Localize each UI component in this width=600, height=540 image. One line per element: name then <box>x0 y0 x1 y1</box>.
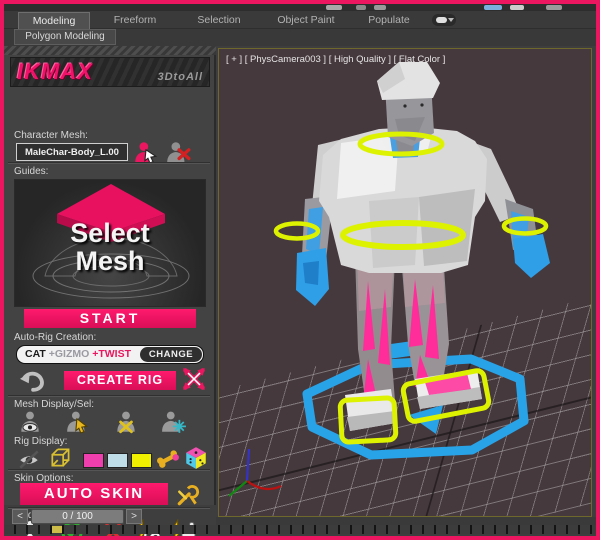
yellow-swatch-icon <box>130 452 152 468</box>
tab-populate[interactable]: Populate <box>356 12 422 29</box>
mesh-vertices-button[interactable] <box>160 410 188 434</box>
app-window: Modeling Freeform Selection Object Paint… <box>4 4 596 536</box>
time-slider[interactable]: 0 / 100 <box>31 509 124 524</box>
pick-character-icon <box>135 142 158 164</box>
person-cursor-icon <box>67 411 88 434</box>
wire-box-icon <box>51 448 70 467</box>
skin-tools-button[interactable] <box>174 483 202 507</box>
ribbon-overflow-icon <box>436 17 447 23</box>
tab-modeling[interactable]: Modeling <box>18 12 90 29</box>
tab-freeform[interactable]: Freeform <box>100 12 170 29</box>
create-rig-button[interactable]: CREATE RIG <box>64 371 176 390</box>
toolbar-fragment <box>510 5 524 10</box>
blue-swatch-icon <box>106 452 128 468</box>
time-next-button[interactable]: > <box>126 509 142 524</box>
toolbar-fragment <box>484 5 502 10</box>
pick-character-button[interactable] <box>132 140 160 164</box>
viewport-header[interactable]: [ + ] [ PhysCamera003 ] [ High Quality ]… <box>226 54 445 65</box>
viewport[interactable]: [ + ] [ PhysCamera003 ] [ High Quality ]… <box>218 48 592 517</box>
remove-character-icon <box>167 142 191 163</box>
chevron-down-icon <box>448 18 454 22</box>
undo-icon <box>20 371 44 392</box>
select-mesh-graphic: Select Mesh <box>14 179 206 307</box>
window-frame: Modeling Freeform Selection Object Paint… <box>0 0 600 540</box>
person-eye-icon <box>21 411 39 432</box>
timeline-playhead[interactable] <box>52 526 62 533</box>
ikmax-logo: IKMAX 3DtoAll <box>10 57 210 87</box>
rig-gizmo-icon <box>183 368 205 390</box>
pink-swatch-icon <box>82 452 104 468</box>
rig-dice-button[interactable] <box>182 446 210 470</box>
mesh-visibility-button[interactable] <box>16 410 44 434</box>
divider <box>8 395 210 397</box>
ribbon-overflow-dropdown[interactable] <box>432 14 456 26</box>
panel-grip-texture <box>4 46 216 55</box>
mesh-select-button[interactable] <box>64 410 92 434</box>
divider <box>8 469 210 471</box>
ribbon-tab-bar: Modeling Freeform Selection Object Paint… <box>4 11 596 29</box>
ribbon-secondary-bar: Polygon Modeling <box>4 29 596 46</box>
auto-skin-button[interactable]: AUTO SKIN <box>20 483 168 505</box>
ikmax-logo-text: IKMAX <box>17 59 93 84</box>
tools-wrench-icon <box>177 485 200 506</box>
rig-gizmo-button[interactable] <box>180 367 208 391</box>
rig-type-cat: CAT <box>25 348 46 360</box>
start-button[interactable]: START <box>24 309 196 328</box>
viewport-3d-scene <box>228 62 550 497</box>
autorig-label: Auto-Rig Creation: <box>14 332 97 343</box>
dice-icon <box>186 447 206 469</box>
rig-type-gizmo: +GIZMO <box>48 348 90 360</box>
ikmax-panel: IKMAX 3DtoAll Character Mesh: Guides: <box>4 55 216 536</box>
bone-icon <box>157 450 179 468</box>
toolbar-fragment <box>546 5 562 10</box>
tab-polygon-modeling[interactable]: Polygon Modeling <box>14 29 116 45</box>
eye-slash-icon <box>18 450 40 469</box>
tab-selection[interactable]: Selection <box>184 12 254 29</box>
select-mesh-text-2: Mesh <box>75 246 145 276</box>
mesh-xray-button[interactable] <box>112 410 140 434</box>
axis-tripod-icon <box>228 448 282 497</box>
person-xray-icon <box>117 411 135 434</box>
select-mesh-text-1: Select <box>70 218 150 248</box>
mesh-display-label: Mesh Display/Sel: <box>14 399 95 410</box>
time-prev-button[interactable]: < <box>12 509 28 524</box>
rig-type-bar[interactable]: CAT +GIZMO +TWIST CHANGE <box>16 345 204 364</box>
person-vertices-icon <box>162 411 186 433</box>
character-mesh-input[interactable] <box>16 143 128 161</box>
rig-box-button[interactable] <box>47 446 75 470</box>
main-toolbar-clipped <box>4 4 596 11</box>
tab-object-paint[interactable]: Object Paint <box>262 12 350 29</box>
character-mesh-label: Character Mesh: <box>14 130 88 141</box>
status-strip <box>216 517 596 525</box>
change-button[interactable]: CHANGE <box>140 347 202 362</box>
brand-3dtoall: 3DtoAll <box>157 71 203 83</box>
remove-character-button[interactable] <box>164 140 192 164</box>
toolbar-fragment <box>326 5 342 10</box>
guides-label: Guides: <box>14 166 49 177</box>
undo-button[interactable] <box>18 368 46 392</box>
divider <box>8 162 210 164</box>
toolbar-fragment <box>374 5 386 10</box>
rig-visibility-button[interactable] <box>15 447 43 471</box>
toolbar-fragment <box>356 5 366 10</box>
timeline-ruler[interactable] <box>4 525 596 534</box>
rig-type-twist: +TWIST <box>92 348 131 360</box>
rig-bones-button[interactable] <box>154 446 182 470</box>
